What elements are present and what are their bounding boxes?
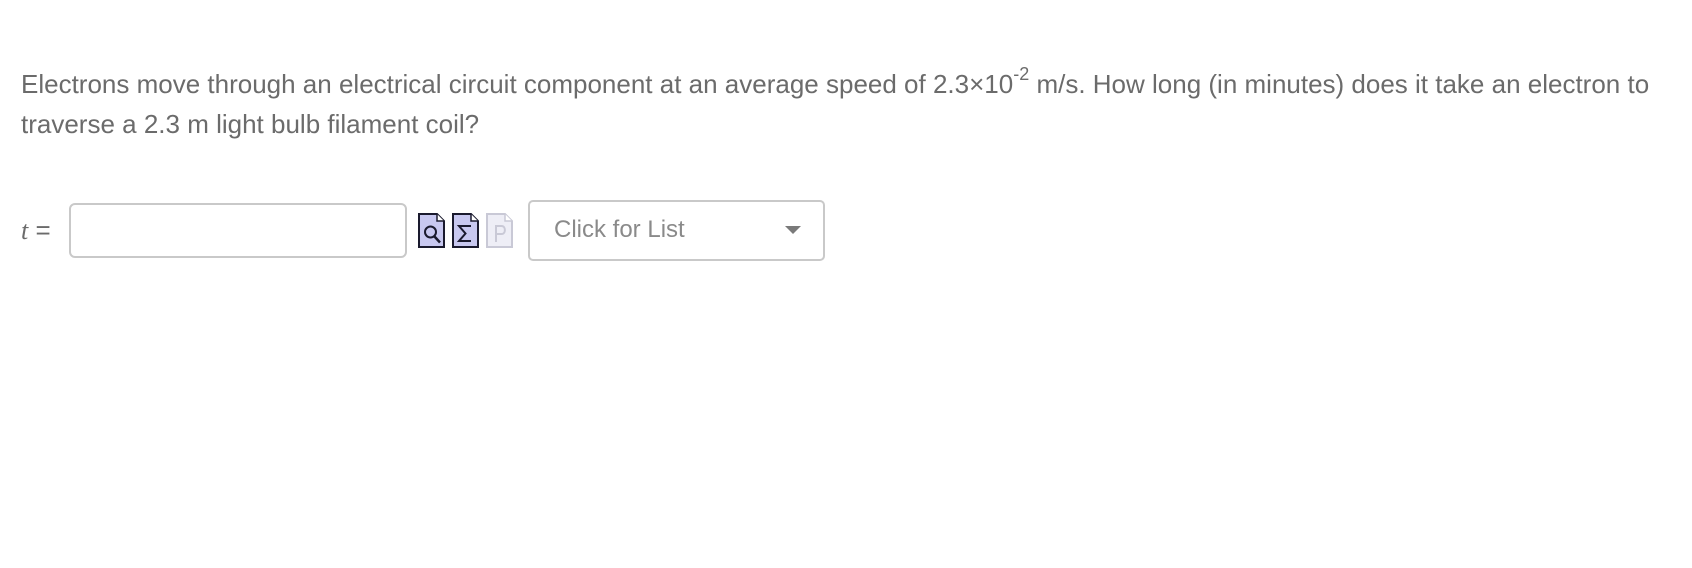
units-dropdown-label: Click for List [554,216,685,243]
question-text: Electrons move through an electrical cir… [21,64,1671,144]
answer-tools [417,212,514,249]
chevron-down-icon [785,226,801,234]
answer-row: t = Click for List [21,199,825,261]
sigma-formula-icon[interactable] [451,212,480,249]
preview-icon[interactable] [417,212,446,249]
variable-label: t = [21,215,69,246]
question-text-part1: Electrons move through an electrical cir… [21,69,1014,99]
units-dropdown[interactable]: Click for List [528,199,825,261]
question-exponent: -2 [1013,64,1030,85]
equals-sign: = [28,214,51,245]
p-icon-disabled [486,212,513,248]
answer-input[interactable] [69,202,407,258]
